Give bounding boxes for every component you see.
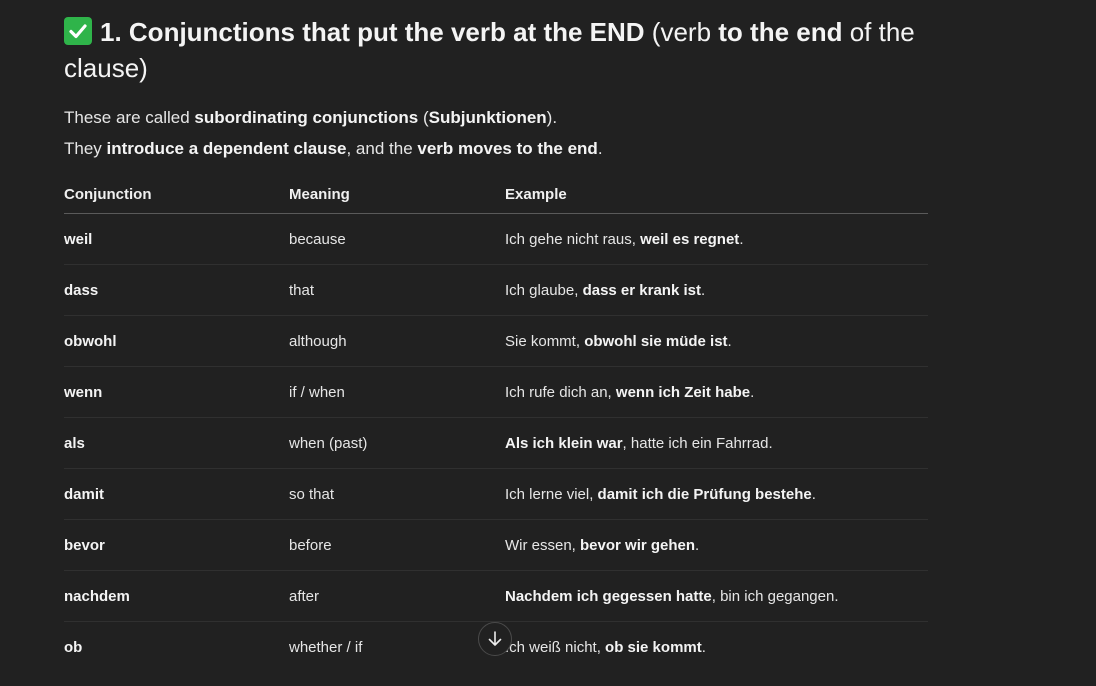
cell-conjunction: damit (64, 468, 289, 520)
cell-example: Ich gehe nicht raus, weil es regnet. (505, 213, 928, 265)
cell-conjunction: dass (64, 264, 289, 316)
cell-example: Ich weiß nicht, ob sie kommt. (505, 638, 706, 656)
intro-line-2: They introduce a dependent clause, and t… (64, 139, 603, 158)
cell-conjunction: als (64, 417, 289, 469)
table-header-row: Conjunction Meaning Example (64, 176, 928, 214)
white-check-mark-icon (64, 17, 92, 45)
cell-example: Nachdem ich gegessen hatte, bin ich gega… (505, 570, 928, 622)
table-row: damit so that Ich lerne viel, damit ich … (64, 468, 928, 520)
cell-meaning: if / when (289, 366, 505, 418)
cell-example: Als ich klein war, hatte ich ein Fahrrad… (505, 417, 928, 469)
column-header-conjunction: Conjunction (64, 176, 289, 214)
table-row: nachdem after Nachdem ich gegessen hatte… (64, 570, 928, 622)
cell-meaning: because (289, 213, 505, 265)
cell-meaning: that (289, 264, 505, 316)
cell-meaning: before (289, 519, 505, 571)
cell-meaning: after (289, 570, 505, 622)
column-header-example: Example (505, 176, 928, 214)
cell-conjunction: wenn (64, 366, 289, 418)
table-row: weil because Ich gehe nicht raus, weil e… (64, 213, 928, 265)
table-row: wenn if / when Ich rufe dich an, wenn ic… (64, 366, 928, 418)
intro-line-1: These are called subordinating conjuncti… (64, 108, 558, 127)
table-row: bevor before Wir essen, bevor wir gehen. (64, 519, 928, 571)
scroll-to-bottom-button[interactable] (478, 622, 512, 656)
cell-conjunction: obwohl (64, 315, 289, 367)
arrow-down-icon (488, 631, 502, 646)
section-heading: 1. Conjunctions that put the verb at the… (64, 14, 928, 86)
cell-example: Ich glaube, dass er krank ist. (505, 264, 928, 316)
cell-example: Wir essen, bevor wir gehen. (505, 519, 928, 571)
table-row: als when (past) Als ich klein war, hatte… (64, 417, 928, 469)
cell-meaning: so that (289, 468, 505, 520)
cell-meaning: although (289, 315, 505, 367)
column-header-meaning: Meaning (289, 176, 505, 214)
message-content: 1. Conjunctions that put the verb at the… (64, 14, 928, 672)
heading-bold-text: 1. Conjunctions that put the verb at the… (100, 17, 645, 47)
cell-conjunction: nachdem (64, 570, 289, 622)
cell-meaning: when (past) (289, 417, 505, 469)
cell-meaning: whether / if (289, 638, 363, 656)
table-row: dass that Ich glaube, dass er krank ist. (64, 264, 928, 316)
cell-example: Ich rufe dich an, wenn ich Zeit habe. (505, 366, 928, 418)
cell-conjunction: weil (64, 213, 289, 265)
cell-example: Sie kommt, obwohl sie müde ist. (505, 315, 928, 367)
cell-conjunction: ob (64, 638, 83, 656)
heading-paren-bold: to the end (718, 17, 843, 47)
heading-paren-open: (verb (644, 17, 719, 47)
conjunctions-table: Conjunction Meaning Example weil because… (64, 176, 928, 672)
cell-example: Ich lerne viel, damit ich die Prüfung be… (505, 468, 928, 520)
cell-conjunction: bevor (64, 519, 289, 571)
table-row: obwohl although Sie kommt, obwohl sie mü… (64, 315, 928, 367)
